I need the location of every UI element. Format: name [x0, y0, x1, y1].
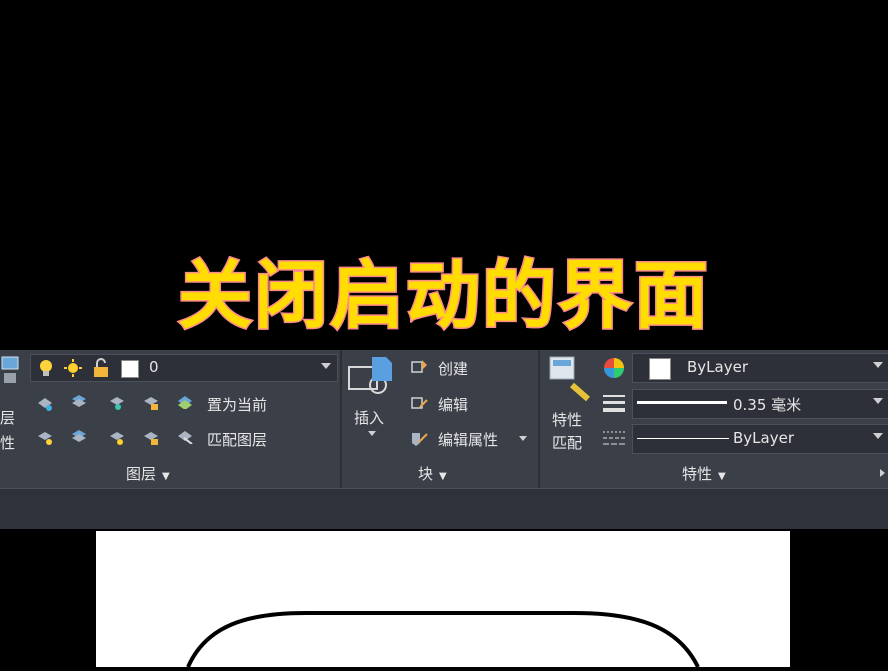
layer-off-icon[interactable] — [36, 395, 54, 411]
edit-attributes-chevron-down-icon[interactable] — [519, 436, 527, 441]
match-properties-label-top[interactable]: 特性 — [552, 409, 582, 430]
match-layer-button[interactable]: 匹配图层 — [207, 429, 267, 450]
insert-button[interactable]: 插入 — [354, 407, 384, 428]
panel-title-properties[interactable]: 特性 ▼ — [682, 463, 726, 484]
bulb-icon — [40, 360, 52, 376]
color-dropdown[interactable]: ByLayer — [632, 353, 888, 383]
layer-isolate-icon[interactable] — [70, 393, 88, 409]
layer-properties-label-top[interactable]: 层 — [0, 407, 15, 428]
panel-divider — [340, 350, 342, 488]
panel-divider — [538, 350, 540, 488]
set-current-icon[interactable] — [176, 393, 194, 409]
match-properties-label-bottom[interactable]: 匹配 — [552, 432, 582, 453]
color-swatch — [649, 358, 671, 380]
edit-block-icon[interactable] — [410, 395, 428, 411]
edit-attributes-button[interactable]: 编辑属性 — [438, 429, 498, 450]
insert-block-icon[interactable] — [346, 355, 396, 399]
layer-lock-icon[interactable] — [142, 395, 160, 411]
chevron-down-icon: ▼ — [162, 471, 170, 482]
chevron-down-icon — [873, 362, 883, 368]
panel-title-layers[interactable]: 图层 ▼ — [126, 463, 170, 484]
linetype-preview — [637, 438, 729, 439]
sun-icon — [64, 359, 82, 377]
create-block-icon[interactable] — [410, 359, 428, 375]
match-layer-icon[interactable] — [176, 428, 194, 444]
layer-unisolate-icon[interactable] — [70, 428, 88, 444]
layer-on-icon[interactable] — [36, 430, 54, 446]
edit-block-button[interactable]: 编辑 — [438, 394, 468, 415]
drawing-shape — [186, 611, 700, 668]
layer-properties-label-bottom[interactable]: 性 — [0, 432, 15, 453]
linetype-value: ByLayer — [733, 429, 794, 447]
drawing-canvas[interactable] — [96, 531, 790, 668]
layer-unlock-icon[interactable] — [142, 430, 160, 446]
panel-title-block[interactable]: 块 ▼ — [418, 463, 447, 484]
panel-title-layers-label: 图层 — [126, 465, 157, 483]
panel-title-block-label: 块 — [418, 465, 434, 483]
match-properties-icon[interactable] — [548, 355, 594, 403]
chevron-down-icon: ▼ — [439, 471, 447, 482]
ribbon-bottom-bar — [0, 488, 888, 529]
panel-title-properties-label: 特性 — [682, 465, 713, 483]
linetype-dropdown[interactable]: ByLayer — [632, 424, 888, 454]
overlay-caption: 关闭启动的界面 — [177, 252, 710, 341]
layer-dropdown[interactable]: 0 — [30, 354, 338, 382]
chevron-down-icon — [873, 433, 883, 439]
chevron-down-icon: ▼ — [718, 471, 726, 482]
layer-freeze-icon[interactable] — [108, 395, 126, 411]
linetype-icon — [603, 431, 625, 445]
lineweight-icon — [603, 395, 625, 412]
layer-color-swatch — [121, 360, 139, 378]
unlock-icon — [94, 358, 108, 377]
set-current-button[interactable]: 置为当前 — [207, 394, 267, 415]
lineweight-preview — [637, 401, 727, 404]
chevron-down-icon — [873, 398, 883, 404]
layer-properties-icon[interactable] — [0, 355, 20, 385]
lineweight-dropdown[interactable]: 0.35 毫米 — [632, 389, 888, 419]
chevron-down-icon — [321, 363, 331, 369]
edit-attributes-icon[interactable] — [410, 430, 428, 446]
lineweight-value: 0.35 毫米 — [733, 396, 802, 414]
insert-chevron-down-icon[interactable] — [368, 431, 376, 436]
layer-thaw-icon[interactable] — [108, 430, 126, 446]
current-layer-name: 0 — [149, 358, 159, 376]
create-block-button[interactable]: 创建 — [438, 358, 468, 379]
color-value: ByLayer — [687, 358, 748, 376]
color-wheel-icon — [604, 358, 624, 378]
panel-dialog-launcher-icon[interactable] — [880, 469, 885, 477]
